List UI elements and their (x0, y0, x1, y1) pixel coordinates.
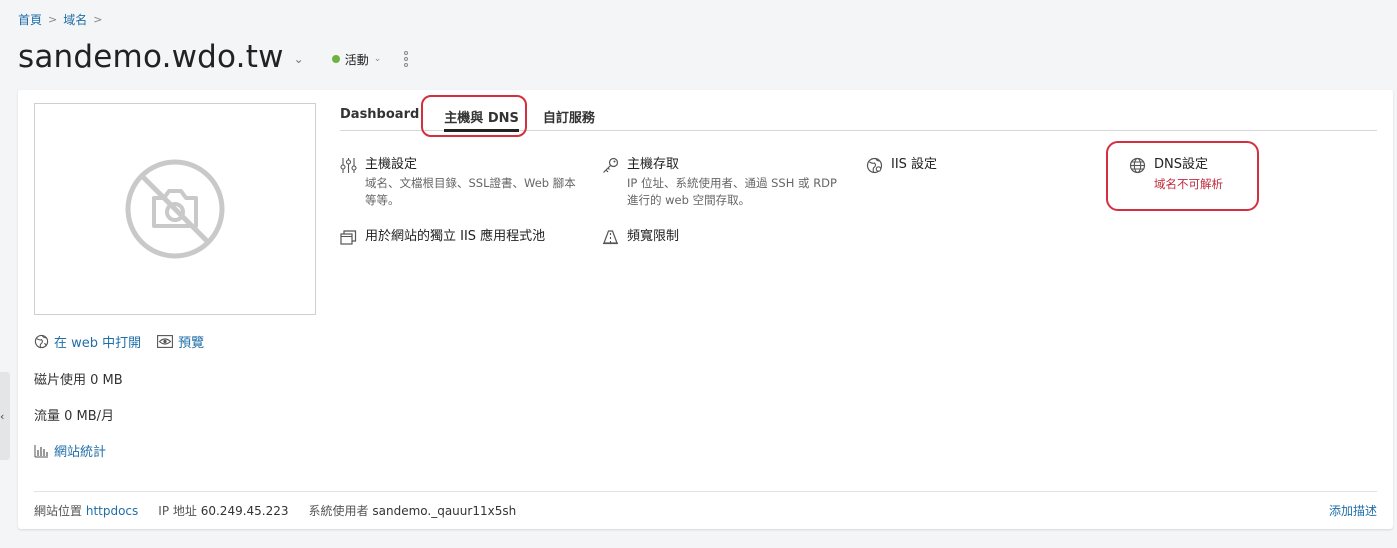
site-stats-label: 網站統計 (54, 445, 107, 460)
open-in-web-label: 在 web 中打開 (54, 336, 142, 351)
tab-bar: Dashboard 主機與 DNS 自訂服務 (340, 102, 1377, 132)
globe-gear-icon (866, 157, 883, 174)
page-title: sandemo.wdo.tw (18, 39, 284, 75)
page-header: sandemo.wdo.tw ⌄ 活動 ⌄ (18, 36, 411, 78)
eye-icon (157, 335, 174, 348)
domain-info-footer: 網站位置 httpdocs IP 地址 60.249.45.223 系統使用者 … (34, 491, 1377, 529)
bar-chart-icon (34, 444, 48, 457)
hosting-access-desc: IP 位址、系統使用者、通過 SSH 或 RDP (627, 176, 837, 190)
globe-icon (34, 334, 49, 349)
hosting-access-title: 主機存取 (627, 157, 680, 172)
iis-settings-tool[interactable]: IIS 設定 (866, 156, 937, 174)
bandwidth-limit-tool[interactable]: 頻寬限制 (602, 228, 679, 246)
site-location-link[interactable]: httpdocs (86, 504, 138, 518)
tab-hosting-dns[interactable]: 主機與 DNS (444, 102, 519, 132)
breadcrumb-separator: > (93, 13, 103, 26)
site-stats-link[interactable]: 網站統計 (34, 441, 106, 460)
hosting-settings-tool[interactable]: 主機設定 域名、文檔根目錄、SSL證書、Web 腳本 等等。 (340, 156, 576, 208)
open-in-web-link[interactable]: 在 web 中打開 (34, 332, 141, 351)
system-user-value: sandemo._qauur11x5sh (372, 504, 517, 518)
iis-app-pool-title: 用於網站的獨立 IIS 應用程式池 (365, 229, 546, 244)
tab-custom-services[interactable]: 自訂服務 (543, 102, 595, 131)
hosting-settings-desc: 域名、文檔根目錄、SSL證書、Web 腳本 (365, 176, 576, 190)
domain-card: 在 web 中打開 預覽 磁片使用 0 MB 流量 0 MB/月 網站統計 Da… (18, 90, 1393, 529)
globe-icon (1129, 157, 1146, 174)
key-icon (603, 157, 619, 173)
no-image-camera-icon (125, 159, 225, 259)
dns-settings-tool[interactable]: DNS設定 域名不可解析 (1129, 156, 1223, 192)
status-dropdown[interactable]: 活動 ⌄ (331, 51, 382, 68)
hosting-access-tool[interactable]: 主機存取 IP 位址、系統使用者、通過 SSH 或 RDP 進行的 web 空間… (602, 156, 837, 208)
breadcrumb-home-link[interactable]: 首頁 (18, 11, 42, 28)
site-screenshot-placeholder (34, 103, 316, 315)
system-user: 系統使用者 sandemo._qauur11x5sh (309, 502, 517, 519)
chevron-left-icon: ‹ (0, 409, 5, 423)
sliders-icon (340, 158, 357, 173)
site-location: 網站位置 httpdocs (34, 502, 138, 519)
tab-dashboard[interactable]: Dashboard (340, 102, 419, 131)
status-dot-icon (331, 55, 340, 63)
more-actions-icon[interactable] (401, 49, 411, 69)
iis-app-pool-tool[interactable]: 用於網站的獨立 IIS 應用程式池 (340, 228, 545, 246)
hosting-access-desc: 進行的 web 空間存取。 (627, 193, 751, 207)
ip-address-label: IP 地址 (158, 504, 197, 518)
disk-usage: 磁片使用 0 MB (34, 373, 123, 388)
bandwidth-limit-title: 頻寬限制 (627, 229, 680, 244)
chevron-down-icon: ⌄ (373, 54, 382, 64)
bandwidth-icon (603, 230, 618, 245)
domain-switcher-chevron-icon[interactable]: ⌄ (294, 52, 304, 66)
system-user-label: 系統使用者 (308, 504, 369, 518)
ip-address: IP 地址 60.249.45.223 (158, 502, 288, 519)
hosting-settings-title: 主機設定 (365, 157, 418, 172)
iis-settings-title: IIS 設定 (891, 157, 938, 172)
ip-address-value: 60.249.45.223 (200, 504, 289, 518)
windows-stack-icon (340, 230, 357, 245)
add-description-link[interactable]: 添加描述 (1329, 502, 1377, 519)
traffic-usage: 流量 0 MB/月 (34, 409, 115, 424)
site-quick-links: 在 web 中打開 預覽 (34, 332, 204, 351)
hosting-settings-desc: 等等。 (365, 193, 400, 207)
breadcrumb-separator: > (48, 13, 58, 26)
sidebar-toggle-handle[interactable]: ‹ (0, 372, 10, 460)
site-location-label: 網站位置 (34, 504, 83, 518)
status-label: 活動 (344, 52, 369, 67)
preview-label: 預覽 (178, 336, 205, 351)
breadcrumb-domains-link[interactable]: 域名 (63, 11, 87, 28)
dns-warning-text: 域名不可解析 (1154, 177, 1223, 191)
preview-link[interactable]: 預覽 (157, 332, 204, 351)
dns-settings-title: DNS設定 (1154, 157, 1208, 172)
breadcrumb: 首頁 > 域名 > (18, 11, 102, 28)
